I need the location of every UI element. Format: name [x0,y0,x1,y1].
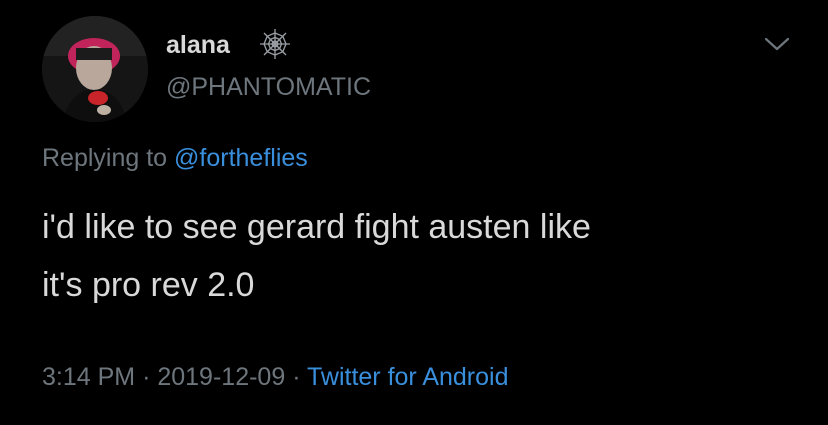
tweet-time[interactable]: 3:14 PM [42,363,135,391]
meta-separator: · [142,363,151,391]
meta-separator: · [292,363,301,391]
tweet-text: i'd like to see gerard fight austen like… [42,198,782,314]
reply-mention-link[interactable]: @fortheflies [174,144,308,172]
tweet-text-line: it's pro rev 2.0 [42,266,255,304]
replying-to: Replying to @fortheflies [42,142,308,174]
chevron-down-icon[interactable] [763,34,791,54]
spider-web-icon [258,27,292,61]
display-name[interactable]: alana [166,30,230,60]
tweet-text-line: i'd like to see gerard fight austen like [42,208,591,246]
replying-to-label: Replying to [42,144,168,172]
tweet-source-link[interactable]: Twitter for Android [307,363,508,391]
avatar[interactable] [42,16,148,122]
tweet-card: alana @PHANTOMATIC Replying to @forthefl… [0,0,828,425]
tweet-meta: 3:14 PM · 2019-12-09 · Twitter for Andro… [42,361,509,393]
avatar-image [42,16,148,122]
tweet-date[interactable]: 2019-12-09 [157,363,285,391]
user-handle[interactable]: @PHANTOMATIC [166,72,371,102]
